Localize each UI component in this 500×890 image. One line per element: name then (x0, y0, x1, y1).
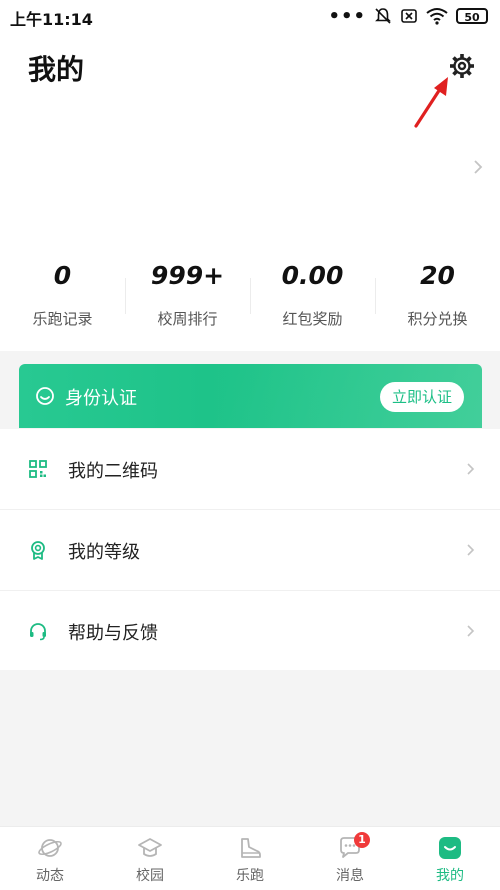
stats-row: 0 乐跑记录 999+ 校周排行 0.00 红包奖励 20 积分兑换 (0, 258, 500, 338)
bell-muted-icon (375, 8, 391, 24)
tab-feed[interactable]: 动态 (0, 827, 100, 890)
unread-badge: 1 (354, 832, 370, 848)
tab-label: 校园 (136, 868, 164, 884)
stat-label: 红包奖励 (282, 310, 343, 328)
wifi-icon (426, 8, 448, 25)
planet-icon (38, 839, 62, 857)
stat-value: 20 (420, 261, 455, 290)
tab-label: 动态 (36, 868, 64, 884)
chevron-right-icon (467, 463, 475, 475)
stat-points-exchange[interactable]: 20 积分兑换 (375, 258, 500, 338)
chevron-right-icon (467, 625, 475, 637)
stat-label: 校周排行 (157, 310, 218, 328)
no-sim-icon (401, 9, 417, 23)
graduation-cap-icon (138, 838, 162, 857)
stat-value: 0 (53, 261, 72, 290)
menu-list: 我的二维码 我的等级 帮助与反馈 (0, 429, 500, 670)
tab-mine[interactable]: 我的 (400, 827, 500, 890)
qrcode-icon (29, 460, 47, 478)
menu-label: 我的二维码 (68, 461, 158, 482)
status-icons: ••• 50 (328, 5, 488, 27)
profile-icon (439, 837, 461, 859)
identity-verify-banner[interactable]: 身份认证 立即认证 (19, 364, 482, 428)
stat-campus-ranking[interactable]: 999+ 校周排行 (125, 258, 250, 338)
menu-item-qrcode[interactable]: 我的二维码 (0, 429, 500, 510)
medal-icon (31, 541, 45, 560)
status-time: 上午11:14 (10, 10, 93, 29)
stat-label: 积分兑换 (407, 310, 468, 328)
stat-run-records[interactable]: 0 乐跑记录 (0, 258, 125, 338)
menu-label: 帮助与反馈 (68, 623, 158, 644)
stat-value: 0.00 (281, 261, 344, 290)
sneaker-icon (241, 838, 261, 858)
bottom-tab-bar: 动态 校园 乐跑 1 消息 我的 (0, 826, 500, 890)
stat-value: 999+ (150, 261, 225, 290)
verify-now-button[interactable]: 立即认证 (380, 382, 464, 412)
headset-icon (30, 623, 46, 641)
tab-run[interactable]: 乐跑 (200, 827, 300, 890)
red-annotation-arrow (414, 77, 448, 128)
battery-indicator: 50 (456, 8, 488, 24)
menu-item-level[interactable]: 我的等级 (0, 510, 500, 591)
tab-messages[interactable]: 1 消息 (300, 827, 400, 890)
tab-campus[interactable]: 校园 (100, 827, 200, 890)
smile-badge-icon (36, 387, 54, 405)
tab-label: 消息 (336, 868, 364, 884)
page-title: 我的 (28, 53, 85, 86)
tab-label: 我的 (436, 868, 464, 884)
status-bar: 上午11:14 ••• 50 (0, 0, 500, 32)
profile-chevron-icon[interactable] (472, 158, 484, 176)
stat-red-packet[interactable]: 0.00 红包奖励 (250, 258, 375, 338)
menu-item-help-feedback[interactable]: 帮助与反馈 (0, 591, 500, 671)
menu-label: 我的等级 (68, 542, 140, 563)
tab-label: 乐跑 (236, 868, 264, 884)
stat-label: 乐跑记录 (32, 310, 93, 328)
more-dots-icon: ••• (328, 5, 366, 27)
verify-label: 身份认证 (65, 388, 137, 409)
chevron-right-icon (467, 544, 475, 556)
